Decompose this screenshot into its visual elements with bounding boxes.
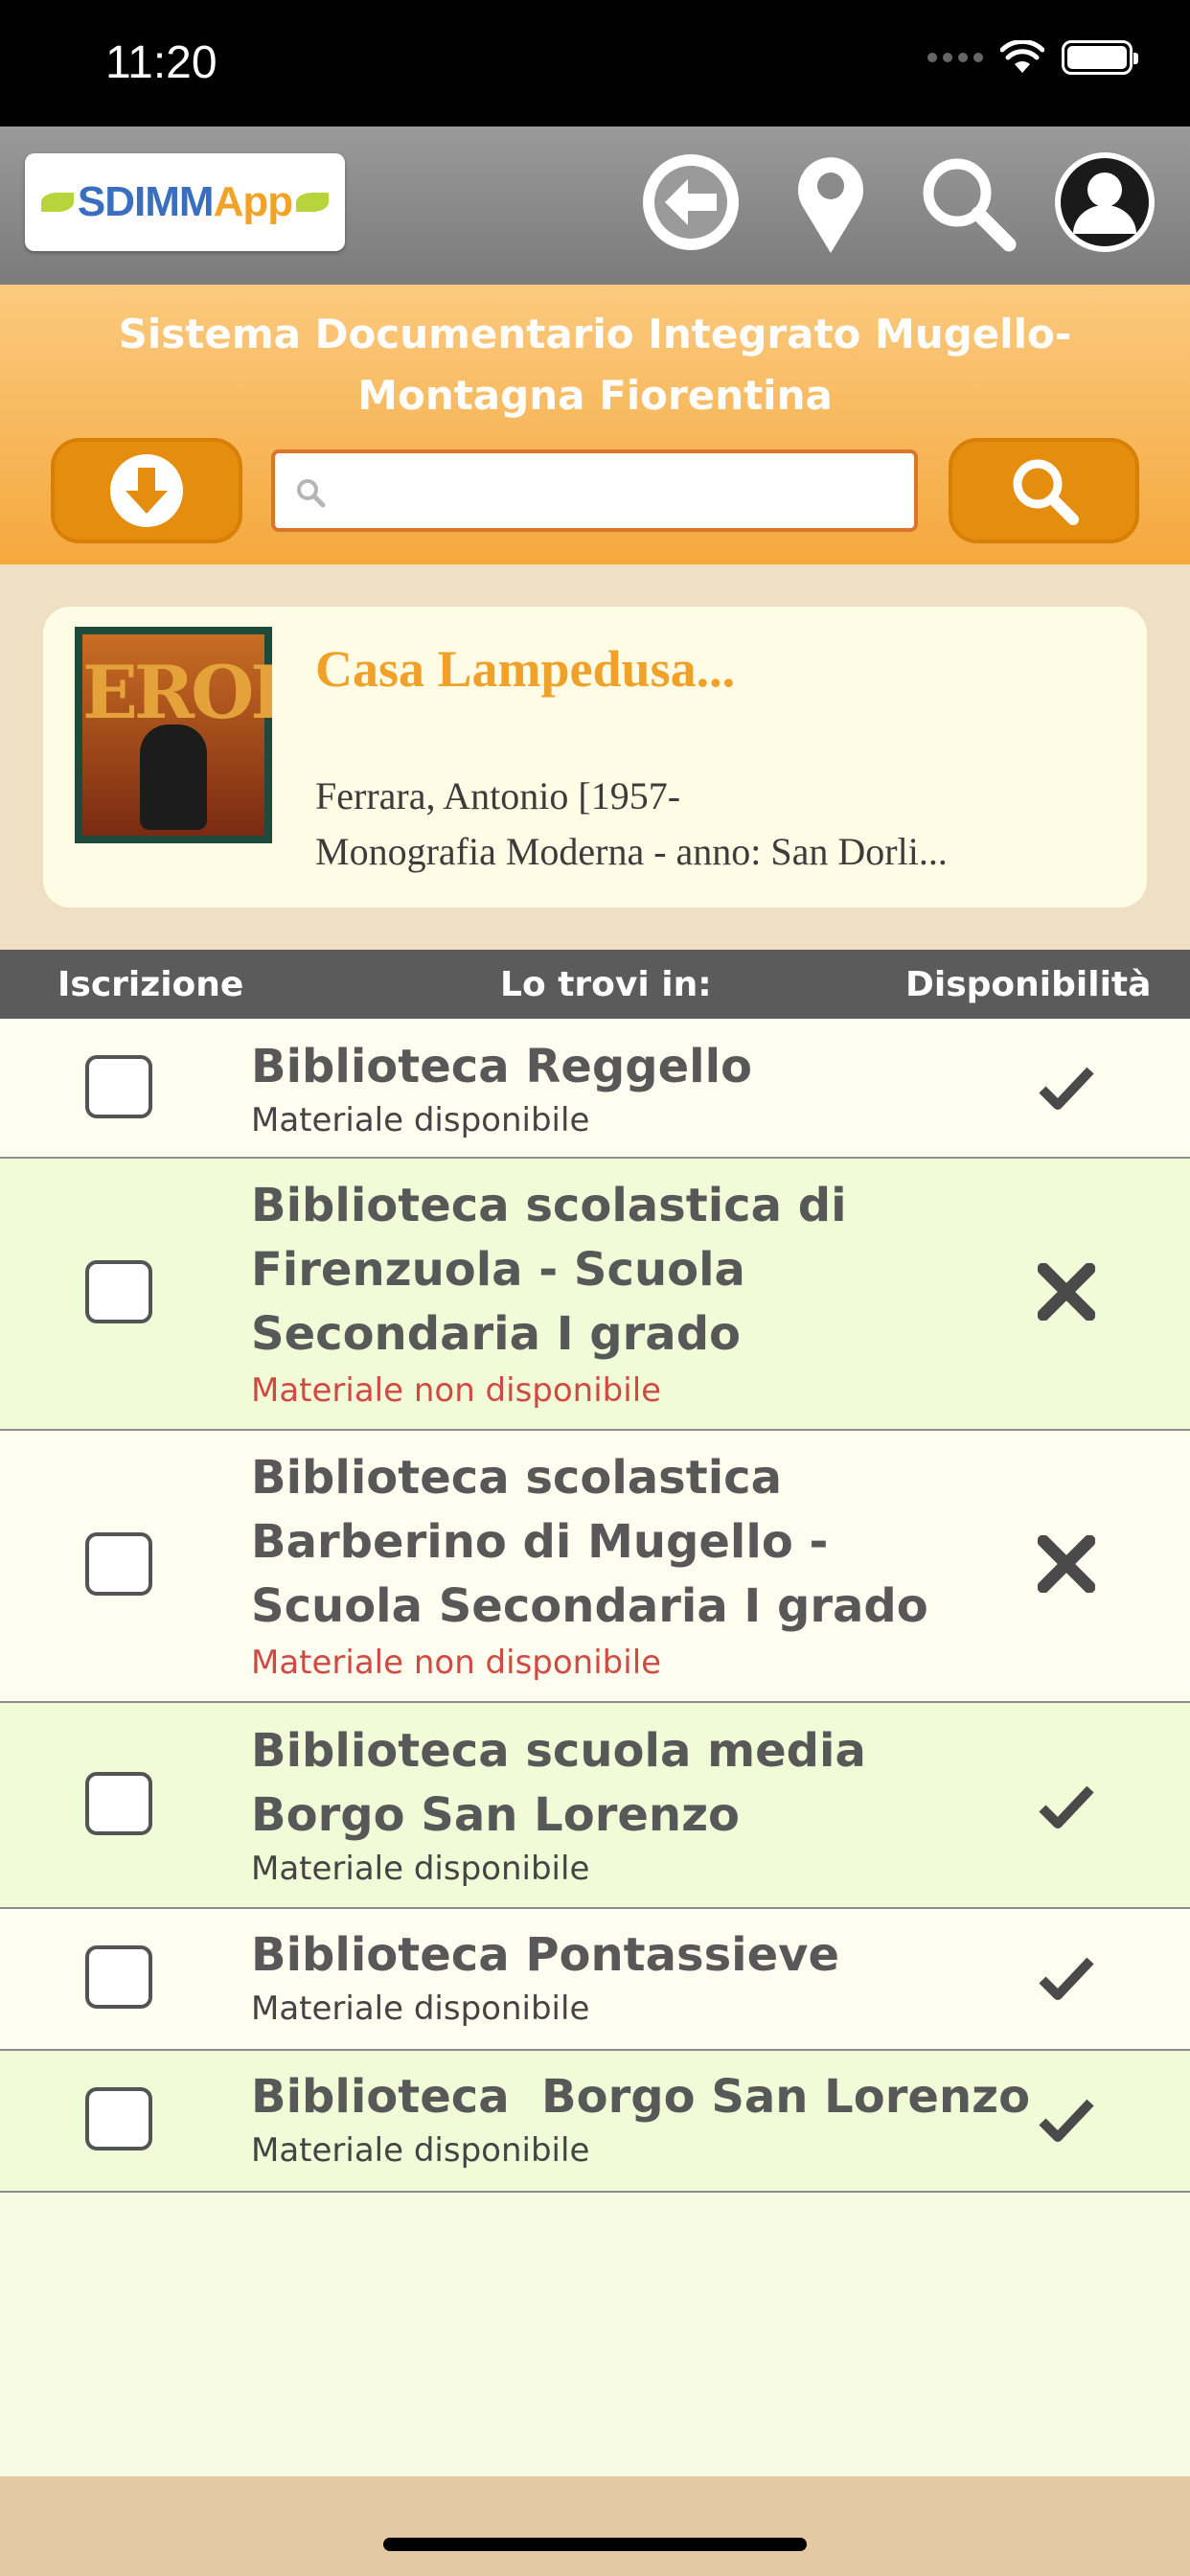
book-cover-image: EROI	[75, 627, 272, 843]
bottom-bar	[0, 2476, 1190, 2576]
cover-figure	[140, 724, 207, 830]
column-header-subscription: Iscrizione	[57, 965, 244, 1004]
availability-text: Materiale disponibile	[251, 2131, 590, 2170]
cross-icon	[1037, 1534, 1096, 1594]
battery-icon	[1062, 40, 1138, 75]
table-row[interactable]: Biblioteca scolastica Barberino di Mugel…	[0, 1431, 1190, 1703]
page-title: Sistema Documentario Integrato Mugello-M…	[118, 310, 1072, 419]
back-arrow-icon	[643, 154, 739, 250]
subscription-checkbox[interactable]	[85, 1055, 152, 1118]
check-icon	[1037, 1778, 1096, 1837]
top-toolbar: SDIMM App	[0, 126, 1190, 285]
availability-text: Materiale non disponibile	[251, 1371, 662, 1410]
home-indicator[interactable]	[383, 2538, 807, 2551]
search-icon	[297, 479, 326, 508]
library-list: Biblioteca Reggello Materiale disponibil…	[0, 1019, 1190, 2193]
check-icon	[1037, 1949, 1096, 2009]
cross-icon	[1037, 1262, 1096, 1322]
search-button[interactable]	[912, 148, 1021, 257]
wifi-icon	[1000, 40, 1044, 73]
table-row[interactable]: Biblioteca scuola media Borgo San Lorenz…	[0, 1703, 1190, 1909]
availability-text: Materiale disponibile	[251, 1990, 590, 2028]
back-button[interactable]	[636, 148, 745, 257]
table-row[interactable]: Biblioteca scolastica di Firenzuola - Sc…	[0, 1159, 1190, 1431]
user-profile-icon	[1055, 152, 1155, 252]
library-name: Biblioteca scolastica di Firenzuola - Sc…	[251, 1179, 847, 1361]
status-bar: 11:20	[0, 0, 1190, 126]
table-row[interactable]: Biblioteca Pontassieve Materiale disponi…	[0, 1909, 1190, 2051]
check-icon	[1037, 1059, 1096, 1118]
column-header-location: Lo trovi in:	[500, 965, 712, 1004]
availability-text: Materiale disponibile	[251, 1101, 590, 1139]
library-name: Biblioteca Borgo San Lorenzo	[251, 2070, 1031, 2124]
download-button[interactable]	[51, 438, 242, 543]
book-title: Casa Lampedusa...	[315, 640, 736, 698]
subscription-checkbox[interactable]	[85, 1532, 152, 1596]
search-header: Sistema Documentario Integrato Mugello-M…	[0, 285, 1190, 564]
library-name: Biblioteca scuola media Borgo San Lorenz…	[251, 1724, 866, 1842]
cellular-signal-icon	[927, 53, 983, 62]
library-name: Biblioteca Reggello	[251, 1040, 753, 1093]
search-icon	[923, 158, 1017, 252]
check-icon	[1037, 2091, 1096, 2150]
subscription-checkbox[interactable]	[85, 1772, 152, 1835]
download-arrow-icon	[110, 454, 183, 527]
leaf-icon	[296, 193, 330, 212]
availability-text: Materiale disponibile	[251, 1850, 590, 1888]
search-submit-button[interactable]	[949, 438, 1139, 543]
availability-text: Materiale non disponibile	[251, 1644, 662, 1682]
column-header-availability: Disponibilità	[905, 965, 1152, 1004]
book-area: EROI Casa Lampedusa... Ferrara, Antonio …	[0, 564, 1190, 950]
leaf-icon	[40, 193, 74, 212]
cover-title: EROI	[82, 650, 272, 735]
table-row[interactable]: Biblioteca Reggello Materiale disponibil…	[0, 1019, 1190, 1159]
library-name: Biblioteca Pontassieve	[251, 1928, 839, 1982]
subscription-checkbox[interactable]	[85, 2087, 152, 2150]
library-name: Biblioteca scolastica Barberino di Mugel…	[251, 1451, 928, 1633]
search-field	[271, 449, 918, 532]
subscription-checkbox[interactable]	[85, 1260, 152, 1323]
search-icon	[1013, 459, 1079, 525]
app-logo[interactable]: SDIMM App	[25, 153, 345, 251]
logo-text-sdimm: SDIMM	[77, 178, 215, 225]
search-input[interactable]	[332, 463, 898, 520]
book-type: Monografia Moderna - anno: San Dorli...	[315, 830, 948, 873]
status-time: 11:20	[105, 37, 217, 88]
status-icons	[927, 40, 1138, 75]
user-profile-button[interactable]	[1050, 148, 1159, 257]
subscription-checkbox[interactable]	[85, 1945, 152, 2009]
book-card[interactable]: EROI Casa Lampedusa... Ferrara, Antonio …	[43, 607, 1147, 908]
book-author: Ferrara, Antonio [1957-	[315, 774, 681, 817]
table-row[interactable]: Biblioteca Borgo San Lorenzo Materiale d…	[0, 2051, 1190, 2193]
location-pin-icon	[798, 157, 863, 253]
location-button[interactable]	[776, 148, 885, 257]
table-header: Iscrizione Lo trovi in: Disponibilità	[0, 950, 1190, 1019]
logo-text-app: App	[213, 178, 294, 225]
